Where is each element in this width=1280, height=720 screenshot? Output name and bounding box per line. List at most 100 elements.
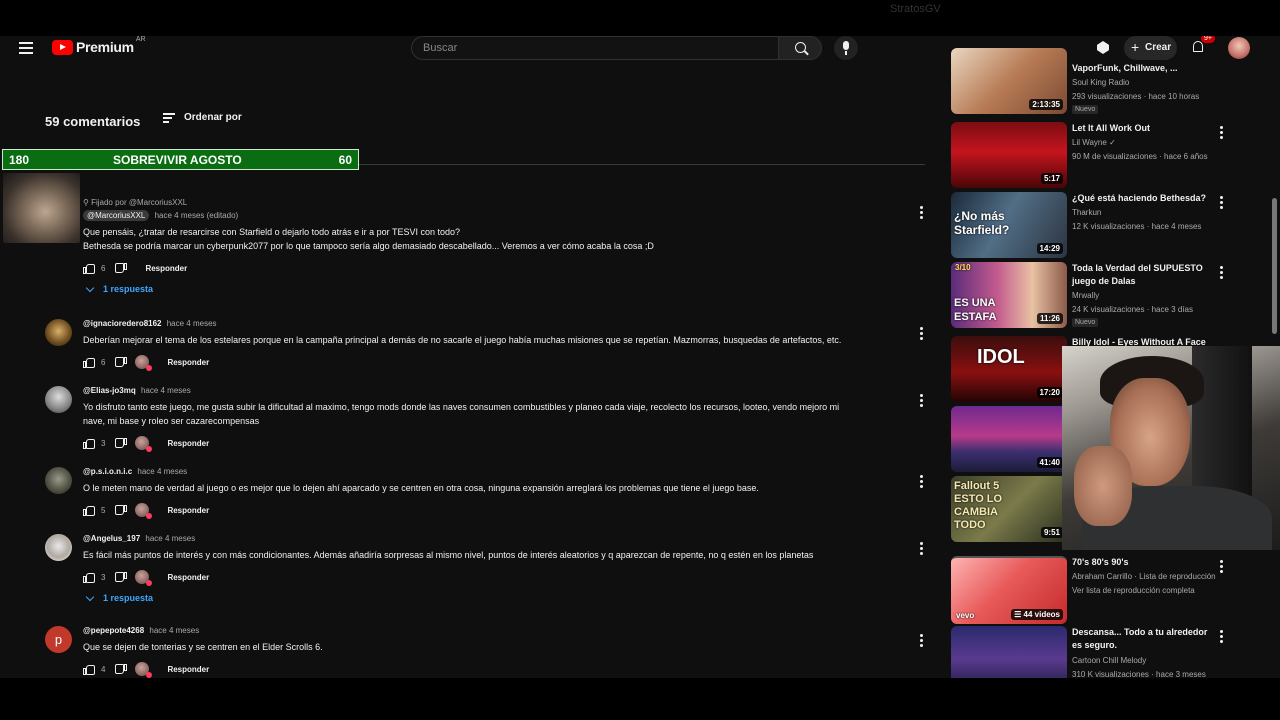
playlist-thumbnail[interactable]: vevo ☰ 44 videos	[951, 556, 1067, 624]
search-button[interactable]	[778, 36, 822, 60]
comment-menu-icon[interactable]	[920, 542, 923, 557]
dislike-icon[interactable]	[115, 263, 127, 274]
comment-author[interactable]: @Angelus_197	[83, 534, 140, 543]
comment-menu-icon[interactable]	[920, 206, 923, 221]
comment-text: Es fácil más puntos de interés y con más…	[83, 550, 814, 560]
related-video[interactable]: 2:13:35 VaporFunk, Chillwave, ... Soul K…	[951, 48, 1271, 114]
like-icon[interactable]	[83, 572, 95, 583]
pinned-author-avatar[interactable]	[3, 173, 80, 243]
shorts-icon[interactable]	[1097, 41, 1109, 54]
video-menu-icon[interactable]	[1220, 196, 1223, 211]
dislike-icon[interactable]	[115, 664, 127, 675]
like-icon[interactable]	[83, 438, 95, 449]
channel-name[interactable]: Soul King Radio	[1072, 78, 1129, 87]
video-menu-icon[interactable]	[1220, 560, 1223, 575]
dislike-icon[interactable]	[115, 572, 127, 583]
voice-search-button[interactable]	[834, 36, 858, 60]
commenter-avatar[interactable]	[45, 319, 72, 346]
video-title[interactable]: Toda la Verdad del SUPUESTO juego de Dal…	[1072, 262, 1212, 288]
like-count: 6	[101, 263, 106, 273]
sort-by-button[interactable]: Ordenar por	[163, 112, 242, 123]
playlist-count: ☰ 44 videos	[1011, 609, 1063, 620]
video-thumbnail[interactable]: ¿No más Starfield? 14:29	[951, 192, 1067, 258]
playlist-owner[interactable]: Abraham Carrillo · Lista de reproducción	[1072, 572, 1216, 581]
video-menu-icon[interactable]	[1220, 630, 1223, 645]
video-thumbnail[interactable]: IDOL 17:20	[951, 336, 1067, 402]
commenter-avatar[interactable]	[45, 386, 72, 413]
view-replies-button[interactable]: 1 respuesta	[83, 592, 903, 603]
menu-icon[interactable]	[19, 42, 33, 54]
creator-heart-icon	[135, 570, 153, 586]
commenter-avatar[interactable]	[45, 467, 72, 494]
video-thumbnail[interactable]: 2:13:35	[951, 48, 1067, 114]
thumbnail-text: Fallout 5 ESTO LO CAMBIA TODO	[954, 480, 1003, 531]
video-title[interactable]: ¿Qué está haciendo Bethesda?	[1072, 192, 1212, 205]
comment-time[interactable]: hace 4 meses	[145, 534, 195, 543]
reply-button[interactable]: Responder	[167, 506, 209, 515]
video-title[interactable]: VaporFunk, Chillwave, ...	[1072, 62, 1212, 75]
notifications-bell-icon[interactable]	[1193, 41, 1203, 52]
channel-name[interactable]: Tharkun	[1072, 208, 1101, 217]
reply-button[interactable]: Responder	[167, 358, 209, 367]
sidebar-scrollbar[interactable]	[1272, 198, 1277, 334]
view-full-playlist-link[interactable]: Ver lista de reproducción completa	[1072, 586, 1195, 595]
video-menu-icon[interactable]	[1220, 266, 1223, 281]
like-icon[interactable]	[83, 664, 95, 675]
like-icon[interactable]	[83, 263, 95, 274]
youtube-play-icon	[52, 39, 73, 55]
dislike-icon[interactable]	[115, 505, 127, 516]
comment-menu-icon[interactable]	[920, 634, 923, 649]
channel-name[interactable]: Cartoon Chill Melody	[1072, 656, 1146, 665]
video-menu-icon[interactable]	[1220, 126, 1223, 141]
dislike-icon[interactable]	[115, 438, 127, 449]
related-video[interactable]: 3/10 ES UNA ESTAFA 11:26 Toda la Verdad …	[951, 262, 1271, 328]
chevron-down-icon	[85, 283, 95, 292]
comment-time[interactable]: hace 4 meses	[141, 386, 191, 395]
search-input[interactable]: Buscar	[411, 36, 778, 60]
commenter-avatar[interactable]: p	[45, 626, 72, 653]
video-thumbnail[interactable]: 41:40	[951, 406, 1067, 472]
video-title[interactable]: Descansa... Todo a tu alrededor es segur…	[1072, 626, 1212, 652]
goal-title: SOBREVIVIR AGOSTO	[113, 153, 242, 167]
video-title[interactable]: Let It All Work Out	[1072, 122, 1212, 135]
commenter-avatar[interactable]	[45, 534, 72, 561]
reply-button[interactable]: Responder	[167, 573, 209, 582]
reply-button[interactable]: Responder	[167, 439, 209, 448]
reply-button[interactable]: Responder	[167, 665, 209, 674]
video-thumbnail[interactable]: 5:17	[951, 122, 1067, 188]
comment-menu-icon[interactable]	[920, 327, 923, 342]
channel-name[interactable]: Mrwally	[1072, 291, 1099, 300]
comment-author[interactable]: @ignacioredero8162	[83, 319, 162, 328]
new-badge: Nuevo	[1072, 318, 1099, 327]
youtube-premium-logo[interactable]: Premium AR	[52, 36, 146, 55]
view-replies-button[interactable]: 1 respuesta	[83, 283, 903, 294]
playlist-title[interactable]: 70's 80's 90's	[1072, 556, 1212, 569]
comment-menu-icon[interactable]	[920, 394, 923, 409]
related-video[interactable]: ¿No más Starfield? 14:29 ¿Qué está hacie…	[951, 192, 1271, 258]
account-avatar[interactable]	[1228, 37, 1250, 59]
video-thumbnail[interactable]	[951, 626, 1067, 678]
comment-author[interactable]: @Elias-jo3mq	[83, 386, 136, 395]
like-icon[interactable]	[83, 357, 95, 368]
related-video[interactable]: Descansa... Todo a tu alrededor es segur…	[951, 626, 1271, 678]
comment-time[interactable]: hace 4 meses (editado)	[155, 211, 239, 220]
related-video[interactable]: 5:17 Let It All Work Out Lil Wayne ✓ 90 …	[951, 122, 1271, 188]
video-thumbnail[interactable]: 3/10 ES UNA ESTAFA 11:26	[951, 262, 1067, 328]
like-icon[interactable]	[83, 505, 95, 516]
comment-author[interactable]: @p.s.i.o.n.i.c	[83, 467, 132, 476]
youtube-window: Premium AR Buscar + Crear 9+ 59 comentar…	[0, 36, 1280, 678]
create-button[interactable]: + Crear	[1124, 36, 1177, 60]
video-views: 24 K visualizaciones · hace 3 días	[1072, 305, 1193, 314]
related-playlist[interactable]: vevo ☰ 44 videos 70's 80's 90's Abraham …	[951, 556, 1271, 624]
channel-name[interactable]: Lil Wayne ✓	[1072, 138, 1116, 147]
video-thumbnail[interactable]: Fallout 5 ESTO LO CAMBIA TODO 9:51	[951, 476, 1067, 542]
like-count: 4	[101, 664, 106, 674]
dislike-icon[interactable]	[115, 357, 127, 368]
comment-time[interactable]: hace 4 meses	[167, 319, 217, 328]
comment-menu-icon[interactable]	[920, 475, 923, 490]
reply-button[interactable]: Responder	[145, 264, 187, 273]
comment-time[interactable]: hace 4 meses	[149, 626, 199, 635]
comment-author[interactable]: @MarcoriusXXL	[83, 210, 150, 221]
comment-time[interactable]: hace 4 meses	[137, 467, 187, 476]
comment-author[interactable]: @pepepote4268	[83, 626, 144, 635]
